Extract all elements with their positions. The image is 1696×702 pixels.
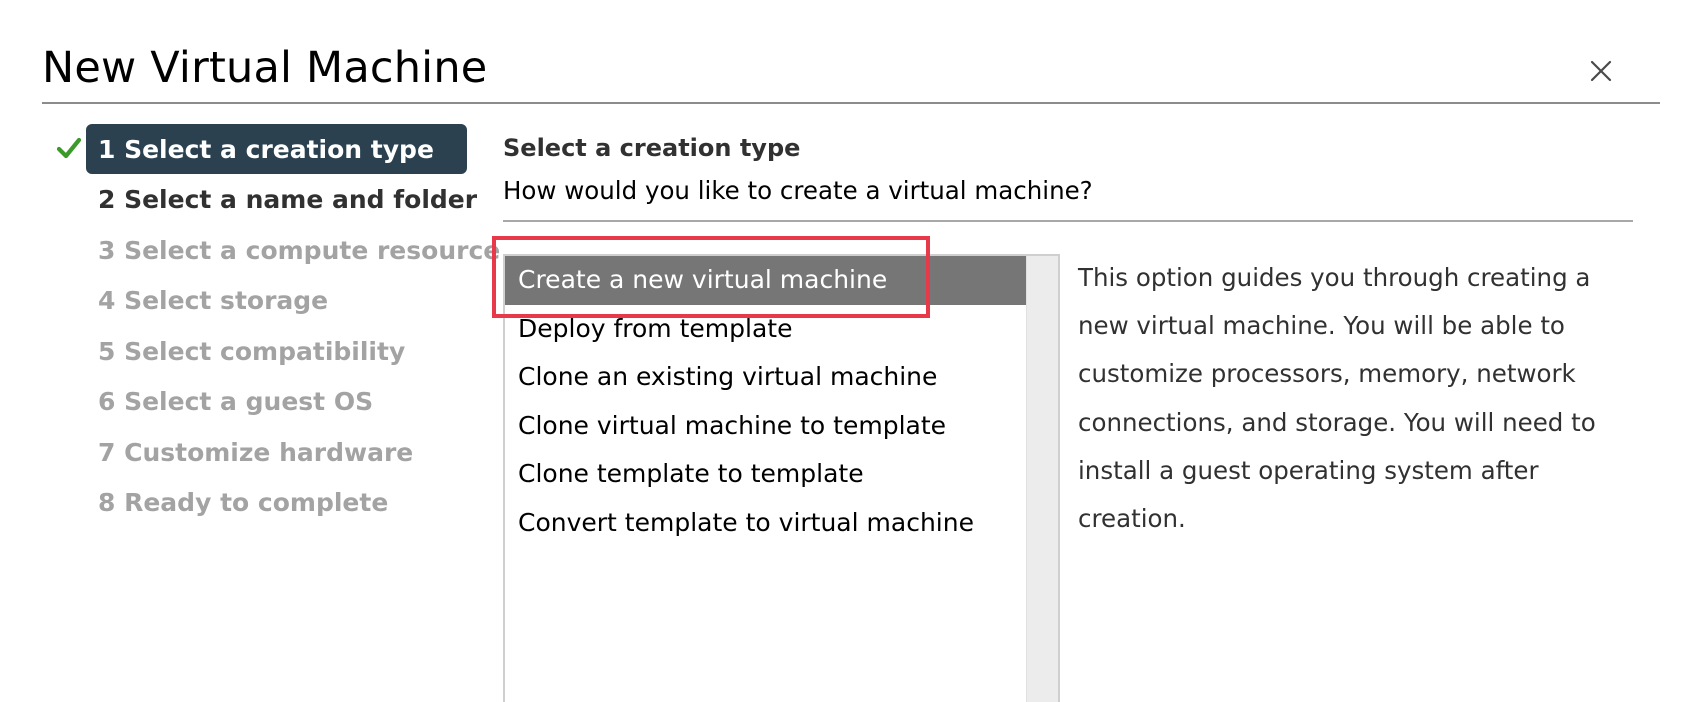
wizard-step-label: 2 Select a name and folder [98, 185, 478, 214]
creation-option[interactable]: Create a new virtual machine [505, 256, 1026, 305]
creation-option[interactable]: Clone virtual machine to template [505, 402, 1026, 451]
wizard-steps: 1 Select a creation type 2 Select a name … [54, 124, 501, 528]
wizard-step-label: 5 Select compatibility [98, 336, 406, 366]
creation-option[interactable]: Convert template to virtual machine [505, 499, 1026, 548]
list-scrollbar[interactable] [1026, 256, 1058, 702]
wizard-step-8: 8 Ready to complete [54, 478, 474, 528]
close-button[interactable] [1586, 56, 1616, 86]
divider [503, 220, 1633, 222]
wizard-step-label: 1 Select a creation type [86, 124, 467, 174]
section-question: How would you like to create a virtual m… [503, 176, 1093, 205]
dialog-title: New Virtual Machine [42, 43, 488, 93]
wizard-step-label: 8 Ready to complete [98, 488, 389, 517]
section-title: Select a creation type [503, 134, 801, 162]
wizard-step-label: 6 Select a guest OS [98, 387, 374, 416]
creation-type-options: Create a new virtual machine Deploy from … [505, 256, 1026, 702]
wizard-step-3: 3 Select a compute resource [54, 225, 501, 275]
wizard-step-7: 7 Customize hardware [54, 427, 474, 477]
wizard-step-label: 3 Select a compute resource [98, 235, 501, 265]
creation-type-list: Create a new virtual machine Deploy from … [503, 254, 1060, 702]
wizard-step-4: 4 Select storage [54, 276, 474, 326]
option-description: This option guides you through creating … [1078, 263, 1596, 534]
creation-option[interactable]: Clone an existing virtual machine [505, 353, 1026, 402]
wizard-step-label: 4 Select storage [98, 286, 329, 315]
new-vm-dialog: New Virtual Machine 1 Select a creation … [0, 0, 1696, 702]
wizard-step-1[interactable]: 1 Select a creation type [54, 124, 474, 174]
checkmark-icon [56, 137, 82, 159]
dialog-header: New Virtual Machine [42, 38, 1660, 104]
main-content: Select a creation type How would you lik… [503, 132, 1633, 222]
creation-option[interactable]: Clone template to template [505, 450, 1026, 499]
creation-option[interactable]: Deploy from template [505, 305, 1026, 354]
wizard-step-label: 7 Customize hardware [98, 437, 414, 467]
close-icon [1590, 60, 1612, 82]
wizard-step-5: 5 Select compatibility [54, 326, 474, 376]
wizard-step-6: 6 Select a guest OS [54, 377, 474, 427]
wizard-step-2[interactable]: 2 Select a name and folder [54, 175, 478, 225]
